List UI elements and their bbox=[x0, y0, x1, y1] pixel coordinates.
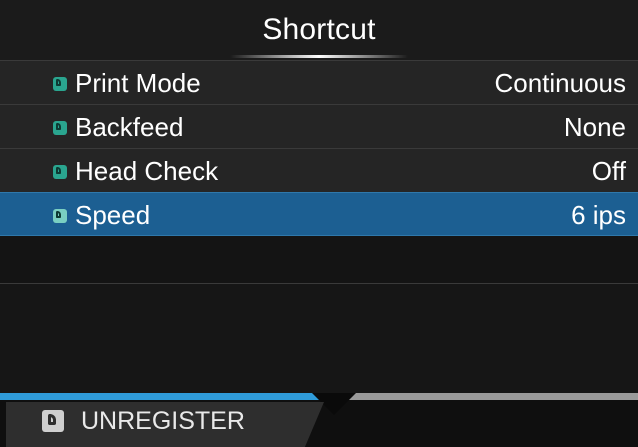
empty-list-area bbox=[0, 283, 638, 394]
screen-title: Shortcut bbox=[262, 13, 376, 46]
shortcut-bullet-icon bbox=[53, 77, 67, 91]
printer-display: Shortcut Print Mode Continuous Backfeed … bbox=[0, 0, 638, 447]
menu-item-print-mode[interactable]: Print Mode Continuous bbox=[0, 60, 638, 104]
menu-item-value: None bbox=[563, 112, 626, 142]
shortcut-menu: Print Mode Continuous Backfeed None Head… bbox=[0, 60, 638, 236]
menu-item-label: Backfeed bbox=[75, 112, 184, 142]
menu-item-value: Continuous bbox=[494, 68, 626, 98]
softkey-left-indicator bbox=[0, 393, 325, 400]
shortcut-bullet-icon bbox=[53, 209, 67, 223]
menu-item-label: Head Check bbox=[75, 156, 219, 186]
unregister-label: UNREGISTER bbox=[81, 407, 245, 435]
title-bar: Shortcut bbox=[0, 0, 638, 60]
shortcut-bullet-icon bbox=[53, 165, 67, 179]
title-underline bbox=[230, 55, 408, 58]
softkey-bar: UNREGISTER bbox=[0, 393, 638, 447]
menu-item-value: 6 ips bbox=[571, 200, 626, 230]
menu-item-label: Speed bbox=[75, 200, 151, 230]
shortcut-bullet-icon bbox=[53, 121, 67, 135]
menu-item-label: Print Mode bbox=[75, 68, 201, 98]
menu-item-value: Off bbox=[591, 156, 626, 186]
shortcut-icon bbox=[42, 410, 64, 432]
menu-item-speed[interactable]: Speed 6 ips bbox=[0, 192, 638, 236]
menu-item-head-check[interactable]: Head Check Off bbox=[0, 148, 638, 192]
softkey-right-indicator bbox=[340, 393, 638, 400]
menu-item-backfeed[interactable]: Backfeed None bbox=[0, 104, 638, 148]
